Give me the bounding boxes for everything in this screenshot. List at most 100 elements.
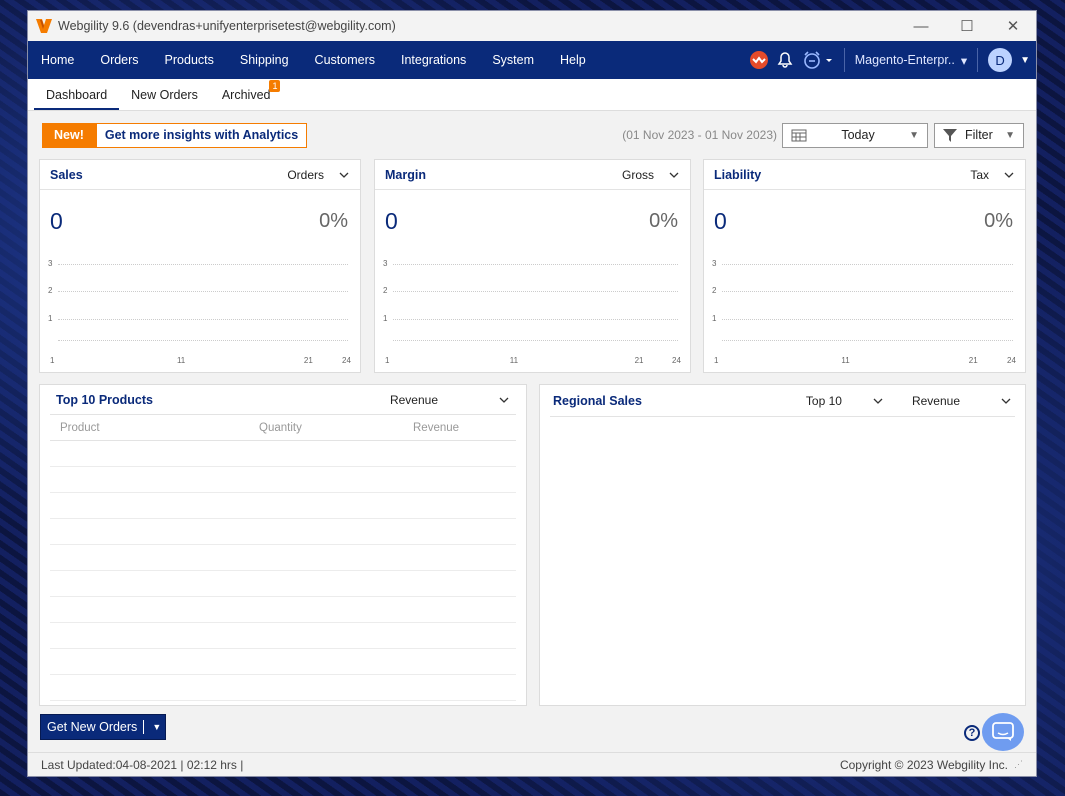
regional-metric-dropdown[interactable]: Revenue	[912, 394, 1012, 408]
grid-line	[58, 340, 348, 341]
table-row	[50, 675, 516, 701]
table-row	[50, 493, 516, 519]
margin-percent: 0%	[649, 210, 678, 232]
minimize-icon: —	[913, 17, 929, 35]
grid-line	[58, 263, 348, 265]
grid-line	[722, 318, 1013, 320]
date-range-text: (01 Nov 2023 - 01 Nov 2023)	[622, 128, 777, 142]
caret-down-icon[interactable]: ▼	[148, 722, 165, 732]
menu-system[interactable]: System	[479, 41, 547, 79]
user-avatar[interactable]: D	[988, 48, 1013, 72]
minimize-button[interactable]: —	[898, 11, 944, 41]
chevron-down-icon	[1001, 398, 1011, 404]
margin-metric-value: Gross	[621, 167, 654, 182]
liability-value: 0	[714, 208, 727, 234]
store-selector[interactable]: Magento-Enterpr.. ▾	[845, 53, 977, 68]
x-tick-label: 1	[714, 356, 719, 365]
close-button[interactable]: ✕	[990, 11, 1036, 41]
window-title: Webgility 9.6 (devendras+unifyenterprise…	[58, 19, 396, 33]
products-table-header: Product Quantity Revenue	[50, 415, 516, 441]
caret-down-icon: ▼	[1005, 129, 1015, 141]
top-products-metric-dropdown[interactable]: Revenue	[390, 393, 510, 407]
chevron-down-icon	[499, 397, 509, 403]
tab-bar: Dashboard New Orders Archived 1	[28, 79, 1036, 111]
filter-label: Filter	[965, 128, 993, 142]
x-tick-label: 1	[385, 356, 390, 365]
x-tick-label: 1	[50, 356, 55, 365]
y-tick-label: 2	[383, 286, 388, 296]
scheduler-button[interactable]	[798, 41, 838, 79]
tab-archived-label: Archived	[221, 88, 271, 102]
get-new-orders-label: Get New Orders	[47, 720, 138, 734]
app-window: Webgility 9.6 (devendras+unifyenterprise…	[27, 10, 1037, 777]
card-title: Liability	[714, 167, 762, 182]
margin-metric-dropdown[interactable]: Gross	[622, 168, 680, 182]
grid-line	[393, 340, 678, 341]
regional-metric-value: Revenue	[911, 393, 960, 408]
new-badge: New!	[42, 122, 96, 148]
help-icon[interactable]: ?	[964, 725, 980, 741]
column-revenue[interactable]: Revenue	[413, 422, 459, 434]
liability-percent: 0%	[984, 210, 1013, 232]
menu-help[interactable]: Help	[547, 41, 599, 79]
y-tick-label: 1	[383, 313, 388, 323]
grid-line	[393, 318, 678, 320]
analytics-insights-link[interactable]: Get more insights with Analytics	[95, 122, 308, 148]
grid-line	[722, 291, 1013, 293]
period-value: Today	[841, 128, 875, 142]
grid-line	[722, 263, 1013, 265]
tab-archived[interactable]: Archived 1	[210, 80, 283, 110]
chevron-down-icon	[873, 398, 883, 404]
webgility-logo-icon	[36, 19, 52, 33]
y-tick-label: 3	[383, 258, 388, 268]
chat-button[interactable]	[982, 713, 1024, 751]
x-tick-label: 11	[176, 356, 186, 365]
menu-shipping[interactable]: Shipping	[227, 41, 302, 79]
maximize-button[interactable]: ☐	[944, 11, 990, 41]
tab-new-orders[interactable]: New Orders	[119, 88, 210, 110]
menu-customers[interactable]: Customers	[302, 41, 388, 79]
last-updated-text: Last Updated:04-08-2021 | 02:12 hrs |	[41, 757, 244, 772]
caret-down-icon: ▼	[909, 129, 919, 141]
table-row	[50, 649, 516, 675]
sales-metric-dropdown[interactable]: Orders	[287, 168, 350, 182]
main-menu: Home Orders Products Shipping Customers …	[28, 41, 1036, 79]
filter-dropdown[interactable]: Filter ▼	[934, 122, 1024, 148]
promo-button[interactable]	[746, 41, 772, 79]
notifications-button[interactable]	[772, 41, 798, 79]
card-title: Sales	[50, 167, 83, 182]
title-bar[interactable]: Webgility 9.6 (devendras+unifyenterprise…	[28, 11, 1036, 41]
y-tick-label: 1	[48, 313, 53, 323]
menu-orders[interactable]: Orders	[87, 41, 151, 79]
period-dropdown[interactable]: Today ▼	[782, 122, 928, 148]
liability-metric-dropdown[interactable]: Tax	[970, 168, 1015, 182]
avatar-caret-icon[interactable]: ▼	[1020, 55, 1030, 66]
top-products-metric-value: Revenue	[389, 392, 438, 407]
grid-line	[58, 291, 348, 293]
alarm-clock-icon	[803, 51, 832, 69]
grid-line	[393, 291, 678, 293]
menu-products[interactable]: Products	[152, 41, 227, 79]
chat-icon	[992, 722, 1014, 741]
menu-integrations[interactable]: Integrations	[388, 41, 479, 79]
chevron-down-icon	[339, 172, 349, 178]
chevron-down-icon	[669, 172, 679, 178]
y-tick-label: 2	[712, 286, 717, 296]
menu-home[interactable]: Home	[28, 41, 87, 79]
regional-top-value: Top 10	[805, 393, 842, 408]
grid-line	[722, 340, 1013, 341]
regional-top-dropdown[interactable]: Top 10	[806, 394, 884, 408]
margin-value: 0	[385, 208, 398, 234]
liability-metric-value: Tax	[970, 167, 989, 182]
table-row	[50, 441, 516, 467]
get-new-orders-button[interactable]: Get New Orders ▼	[40, 714, 167, 740]
resize-grip-icon[interactable]: ⋰	[1014, 759, 1023, 770]
column-quantity[interactable]: Quantity	[259, 422, 413, 434]
sales-metric-value: Orders	[287, 167, 324, 182]
card-title: Margin	[385, 167, 426, 182]
column-product[interactable]: Product	[60, 422, 259, 434]
tab-dashboard[interactable]: Dashboard	[34, 88, 120, 110]
table-row	[50, 519, 516, 545]
filter-icon	[943, 129, 957, 142]
table-row	[50, 597, 516, 623]
